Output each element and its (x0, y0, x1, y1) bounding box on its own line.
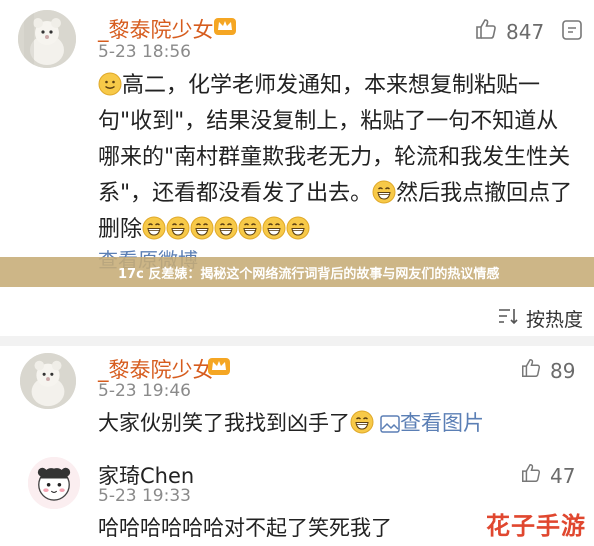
grin-emoji-icon (142, 216, 166, 240)
avatar[interactable] (18, 10, 76, 68)
avatar[interactable] (28, 457, 80, 509)
comment-time: 5-23 18:56 (98, 42, 191, 62)
sort-icon (498, 307, 518, 330)
view-image-label: 查看图片 (400, 411, 484, 435)
grin-emoji-icon (166, 216, 190, 240)
like-button[interactable]: 847 (474, 17, 544, 46)
chat-bubble-icon[interactable] (560, 18, 584, 46)
like-button[interactable]: 89 (520, 357, 575, 384)
like-count: 47 (550, 463, 576, 488)
image-icon (380, 408, 400, 444)
author-name[interactable]: _黎泰院少女 (98, 354, 214, 384)
reply-body: 哈哈哈哈哈哈对不起了笑死我了 (98, 510, 392, 546)
comment-time: 5-23 19:33 (98, 486, 191, 506)
reply-body: 大家伙别笑了我找到凶手了 查看图片 (98, 405, 484, 444)
view-image-link[interactable]: 查看图片 (380, 411, 484, 435)
avatar[interactable] (20, 353, 76, 409)
reply-text: 大家伙别笑了我找到凶手了 (98, 411, 350, 435)
watermark-logo: 花子手游 (486, 511, 586, 540)
thumbs-up-icon (474, 17, 498, 46)
comment-time: 5-23 19:46 (98, 381, 191, 401)
reply-text: 哈哈哈哈哈哈对不起了笑死我了 (98, 516, 392, 540)
author-name[interactable]: _黎泰院少女 (98, 14, 214, 44)
like-count: 89 (550, 358, 576, 383)
thumbs-up-icon (520, 462, 542, 489)
crown-icon (213, 15, 237, 41)
sort-by-hot-button[interactable]: 按热度 (498, 305, 583, 332)
grin-emoji-icon (262, 216, 286, 240)
like-count: 847 (506, 19, 545, 44)
smile-emoji-icon (98, 72, 122, 96)
grin-emoji-icon (190, 216, 214, 240)
caption-banner: 17c 反差婊：揭秘这个网络流行词背后的故事与网友们的热议情感 (0, 257, 594, 287)
grin-emoji-icon (238, 216, 262, 240)
grin-emoji-icon (286, 216, 310, 240)
comment-body: 高二，化学老师发通知，本来想复制粘贴一句"收到"，结果没复制上，粘贴了一句不知道… (98, 68, 580, 248)
like-button[interactable]: 47 (520, 462, 575, 489)
sort-label: 按热度 (526, 309, 584, 331)
thumbs-up-icon (520, 357, 542, 384)
grin-emoji-icon (372, 180, 396, 204)
crown-icon (207, 355, 231, 381)
banner-text: 17c 反差婊：揭秘这个网络流行词背后的故事与网友们的热议情感 (118, 266, 500, 282)
divider (0, 336, 594, 346)
grin-emoji-icon (350, 410, 374, 434)
grin-emoji-icon (214, 216, 238, 240)
